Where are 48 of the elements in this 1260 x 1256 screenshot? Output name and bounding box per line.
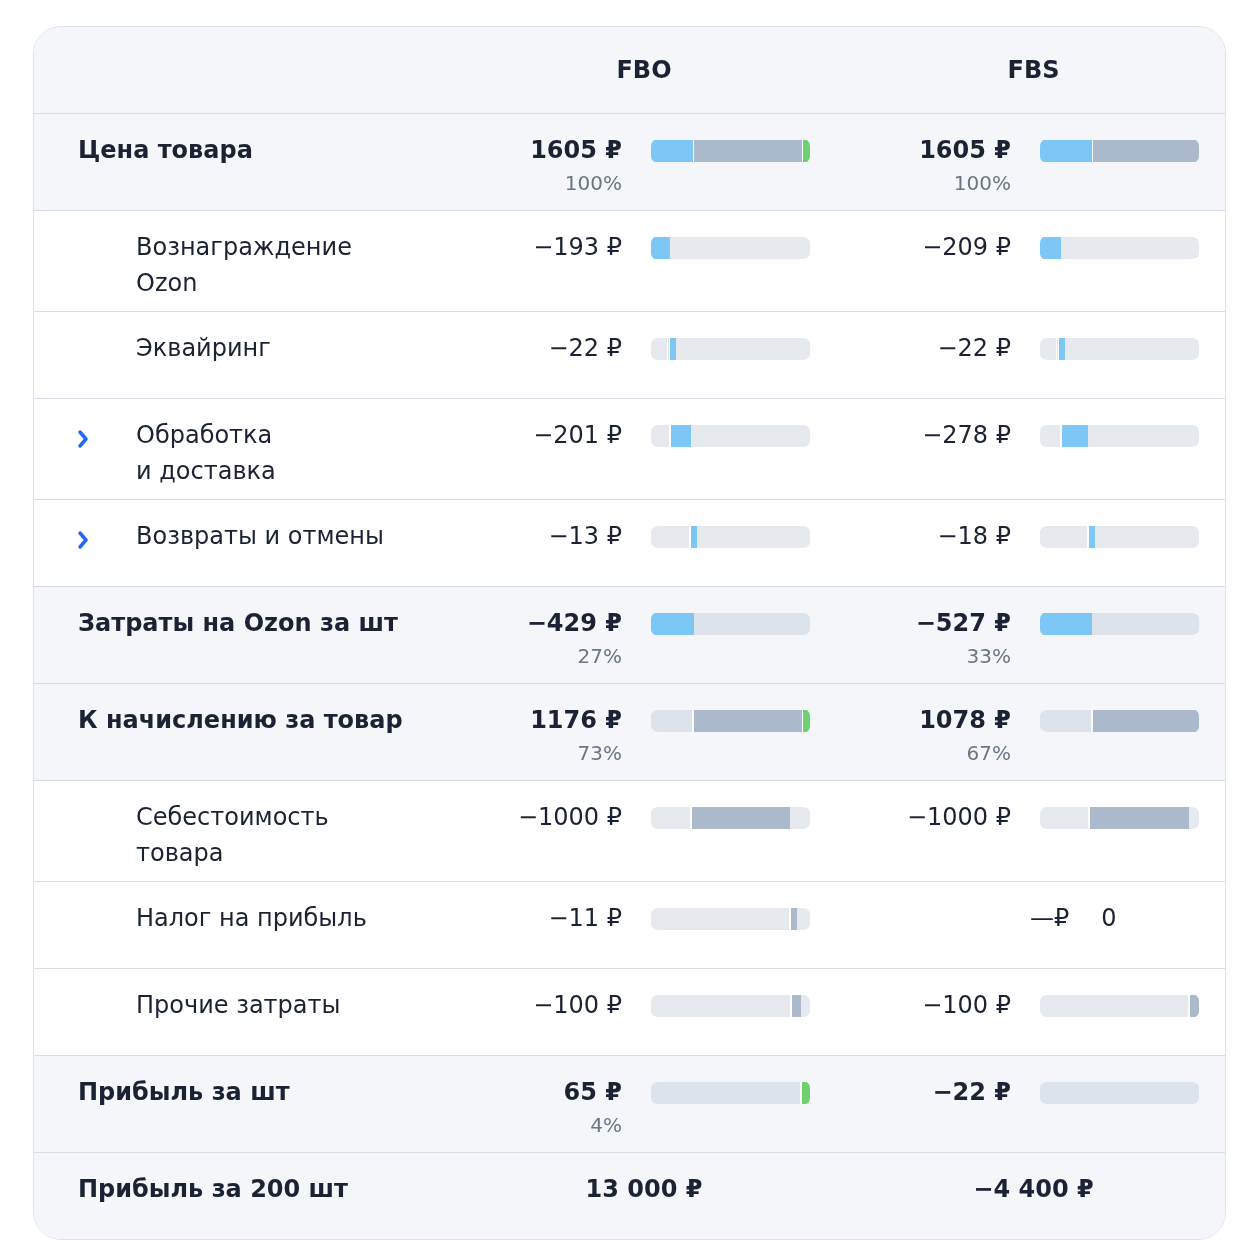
amount: −278 ₽	[922, 420, 1011, 451]
amount: −11 ₽	[548, 903, 622, 934]
amount: −209 ₽	[922, 232, 1011, 263]
amount: 65 ₽	[563, 1077, 622, 1108]
total-value: −4 400 ₽	[973, 1175, 1094, 1203]
row-label: Себестоимость товара	[136, 802, 330, 869]
share-percent: 4%	[590, 1112, 622, 1139]
amount: −18 ₽	[937, 521, 1011, 552]
amount: —₽	[1030, 903, 1070, 934]
amount: 1605 ₽	[919, 135, 1011, 166]
row-label: К начислению за товар	[78, 705, 403, 736]
row-label: Обработка и доставка	[136, 420, 277, 487]
chevron-icon[interactable]	[76, 530, 90, 550]
column-header: FBS	[1007, 56, 1060, 84]
share-percent: 100%	[953, 170, 1011, 197]
amount: −22 ₽	[548, 333, 622, 364]
row-label: Возвраты и отмены	[136, 521, 385, 552]
amount: −13 ₽	[548, 521, 622, 552]
row-label: Прочие затраты	[136, 990, 342, 1021]
amount: −1000 ₽	[517, 802, 622, 833]
row-label: Прибыль за 200 шт	[78, 1174, 348, 1205]
amount: −527 ₽	[915, 608, 1011, 639]
amount-note: 0	[1101, 903, 1117, 934]
amount: 1176 ₽	[530, 705, 622, 736]
amount: −201 ₽	[533, 420, 622, 451]
amount: 1078 ₽	[919, 705, 1011, 736]
row-label: Налог на прибыль	[136, 903, 368, 934]
amount: −22 ₽	[937, 333, 1011, 364]
row-label: Вознаграждение Ozon	[136, 232, 353, 299]
amount: −100 ₽	[922, 990, 1011, 1021]
amount: −1000 ₽	[906, 802, 1011, 833]
row-label: Цена товара	[78, 135, 253, 166]
share-percent: 67%	[966, 740, 1011, 767]
amount: −100 ₽	[533, 990, 622, 1021]
chevron-icon[interactable]	[76, 429, 90, 449]
row-label: Эквайринг	[136, 333, 272, 364]
share-percent: 100%	[564, 170, 622, 197]
amount: 1605 ₽	[530, 135, 622, 166]
total-value: 13 000 ₽	[585, 1175, 703, 1203]
share-percent: 27%	[577, 643, 622, 670]
share-percent: 73%	[577, 740, 622, 767]
amount: −429 ₽	[526, 608, 622, 639]
row-label: Прибыль за шт	[78, 1077, 290, 1108]
amount: −22 ₽	[932, 1077, 1011, 1108]
column-header: FBO	[616, 56, 672, 84]
amount: −193 ₽	[533, 232, 622, 263]
share-percent: 33%	[966, 643, 1011, 670]
row-label: Затраты на Ozon за шт	[78, 608, 398, 639]
